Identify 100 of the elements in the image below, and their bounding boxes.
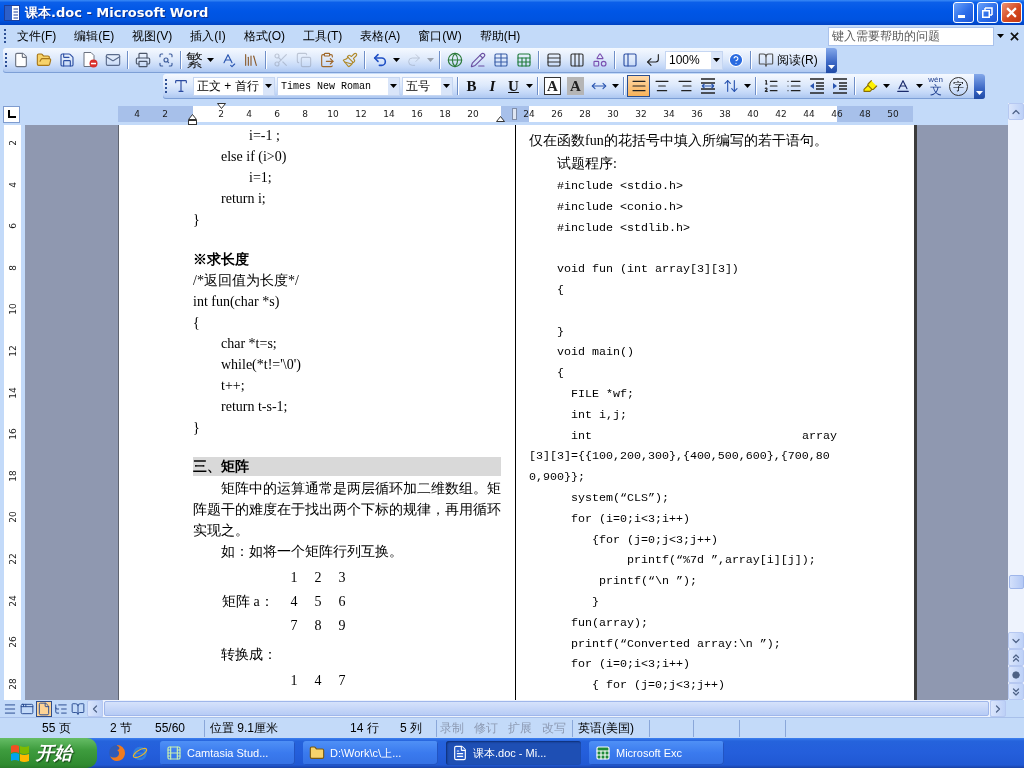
minimize-button[interactable]	[953, 2, 974, 23]
menu-item[interactable]: 窗口(W)	[409, 26, 471, 46]
matrix-entry: 8	[314, 618, 322, 633]
taskbar-button[interactable]: D:\Work\c\上...	[303, 741, 438, 765]
next-page-button[interactable]	[1008, 683, 1024, 700]
status-text: 55/60	[155, 721, 186, 735]
code-line: array	[802, 428, 837, 443]
scroll-thumb[interactable]	[1008, 575, 1024, 589]
scroll-up-button[interactable]	[1008, 103, 1024, 120]
ruler-number: 14	[7, 386, 18, 399]
status-text: 14 行	[350, 719, 379, 737]
ruler-number: 8	[301, 109, 309, 119]
code-line: #include <conio.h>	[557, 199, 683, 214]
taskbar-button[interactable]: Camtasia Stud...	[160, 741, 295, 765]
ruler-number: 46	[830, 109, 844, 119]
ruler-number: 2	[7, 140, 18, 146]
scroll-left-button[interactable]	[87, 700, 103, 717]
menu-item[interactable]: 编辑(E)	[65, 26, 124, 46]
tab-selector-button[interactable]	[3, 105, 20, 123]
character-format-button[interactable]: A	[567, 77, 584, 95]
ruler-number: 26	[550, 109, 564, 119]
code-line: t++;	[221, 378, 245, 393]
matrix-entry: 7	[338, 673, 346, 688]
status-text: 位置 9.1厘米	[210, 719, 278, 737]
menu-item[interactable]: 帮助(H)	[470, 26, 530, 46]
folder-icon	[35, 52, 52, 68]
font-style-button[interactable]: B	[461, 75, 482, 97]
ruler-number: 50	[886, 109, 900, 119]
browse-object-button[interactable]	[1008, 666, 1024, 683]
paragraph-text: 试题程序:	[556, 155, 617, 173]
view-button[interactable]	[70, 700, 86, 717]
menu-item[interactable]: 表格(A)	[351, 26, 410, 46]
close-button[interactable]	[1001, 2, 1022, 23]
status-mode: 改写	[542, 719, 566, 737]
font-field[interactable]: Times New Roman	[277, 76, 400, 96]
dropdown-arrow-icon	[265, 84, 272, 88]
scroll-down-button[interactable]	[1008, 632, 1024, 649]
spreadsheet-icon	[515, 52, 532, 68]
font-style-button[interactable]: U	[503, 75, 524, 97]
font-style-button[interactable]: I	[482, 75, 503, 97]
scroll-thumb[interactable]	[104, 701, 989, 716]
toolbar-options-button[interactable]	[974, 73, 985, 99]
minimize-icon	[958, 15, 965, 18]
paragraph-text: 矩阵中的运算通常是两层循环加二维数组。矩阵题干的难度在于找出两个下标的规律，再用循环实现之。	[193, 480, 501, 540]
read-button[interactable]: 阅读(R)	[754, 49, 822, 71]
code-line: for (i=0;i<3;i++)	[571, 657, 690, 672]
matrix-entry: 1	[290, 673, 298, 688]
taskbar-button[interactable]: 课本.doc - Mi...	[446, 741, 581, 765]
ruler-number: 14	[382, 109, 396, 119]
code-line: printf(“Converted array:\n ”);	[571, 636, 781, 651]
code-line: }	[592, 594, 599, 609]
menu-item[interactable]: 视图(V)	[123, 26, 182, 46]
align-center-icon	[653, 78, 670, 94]
flag-icon	[10, 744, 30, 762]
font-size-field[interactable]: 五号	[402, 76, 453, 96]
conversion-button[interactable]: 繁	[184, 49, 205, 71]
subheading: ※求长度	[193, 252, 249, 267]
ruler-number: 10	[326, 109, 340, 119]
window-title: 课本.doc - Microsoft Word	[25, 3, 209, 22]
ruler-number: 40	[746, 109, 760, 119]
help-search-field[interactable]: 键入需要帮助的问题	[828, 26, 994, 46]
view-button[interactable]	[36, 700, 52, 717]
dropdown-arrow-icon	[207, 58, 214, 62]
phonetic-guide-button[interactable]: wén 文	[924, 75, 947, 97]
matrix-label: 矩阵 a：	[222, 594, 274, 609]
menu-item[interactable]: 插入(I)	[181, 26, 235, 46]
restore-icon	[982, 7, 993, 18]
section-heading: 三、矩阵	[193, 457, 501, 476]
code-line: fun(array);	[571, 615, 648, 630]
menu-item[interactable]: 格式(O)	[234, 26, 294, 46]
style-field[interactable]: 正文 + 首行	[193, 76, 275, 96]
taskbar-button[interactable]: Microsoft Exc	[589, 741, 724, 765]
indent-decrease-icon	[808, 78, 825, 94]
double-chevron-down-icon	[1010, 685, 1022, 698]
down-arrow-icon	[827, 64, 835, 69]
document-icon	[4, 4, 20, 21]
previous-page-button[interactable]	[1008, 649, 1024, 666]
matrix-entry: 3	[338, 570, 346, 585]
code-line: while(*t!='\0')	[221, 357, 301, 372]
ruler-number: 18	[438, 109, 452, 119]
alignment-button[interactable]	[627, 75, 650, 97]
clipboard-icon	[318, 52, 335, 68]
zoom-field[interactable]: 100%	[665, 50, 723, 70]
scroll-right-button[interactable]	[990, 700, 1006, 717]
ruler-number: 4	[7, 181, 18, 188]
ruler-number: 2	[161, 109, 169, 119]
restore-button[interactable]	[977, 2, 998, 23]
paintbrush-icon	[341, 52, 358, 68]
status-text: 5 列	[400, 719, 422, 737]
code-line: { for (j=0;j<3;j++)	[592, 678, 725, 693]
status-mode: 录制	[440, 719, 464, 737]
paragraph-text: 仅在函数fun的花括号中填入所编写的若干语句。	[529, 132, 828, 150]
toolbar-options-button[interactable]	[825, 47, 837, 73]
ruler-number: 24	[522, 109, 536, 119]
menu-item[interactable]: 文件(F)	[8, 26, 66, 46]
character-format-button[interactable]: A	[544, 77, 561, 95]
start-button[interactable]: 开始	[0, 738, 97, 768]
menu-item[interactable]: 工具(T)	[294, 26, 352, 46]
code-line: }	[193, 212, 200, 227]
envelope-icon	[104, 52, 121, 68]
